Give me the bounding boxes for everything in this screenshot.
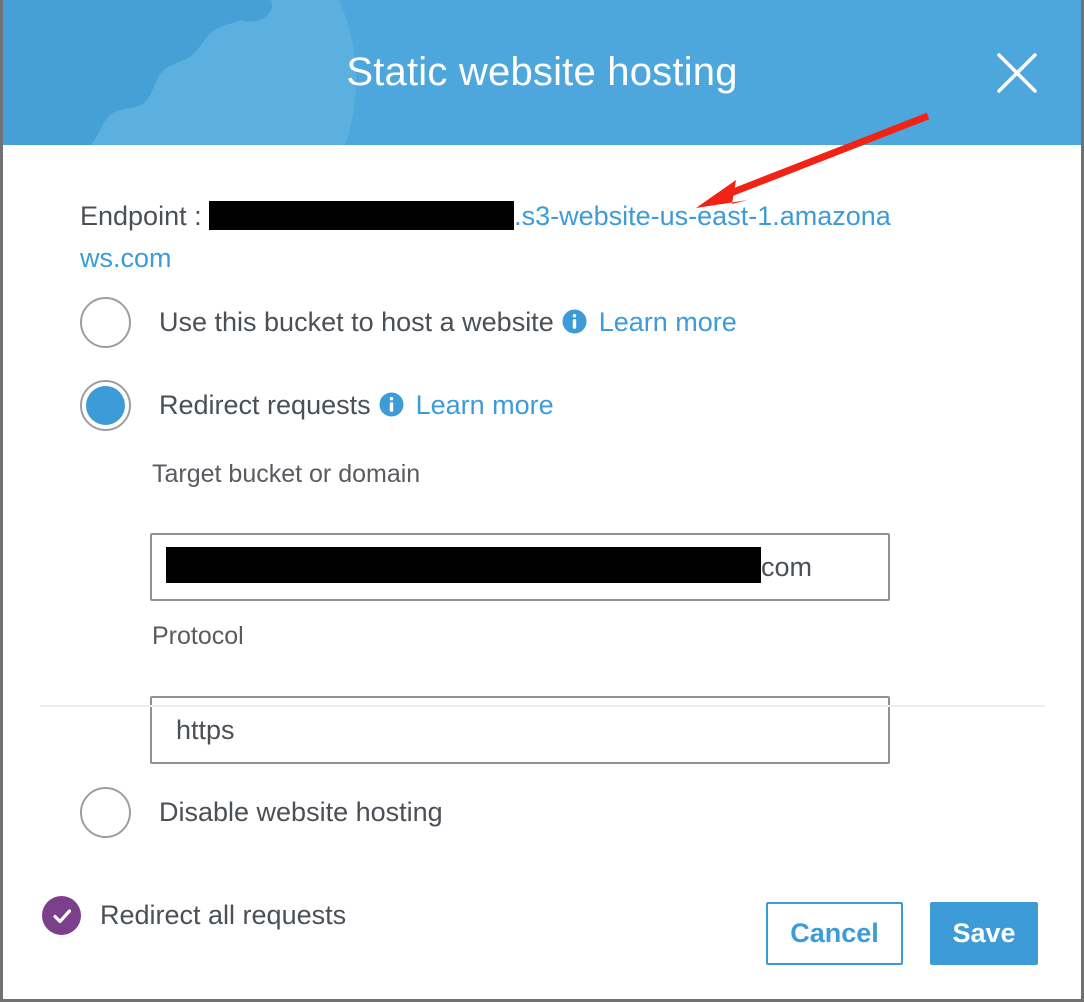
radio-redirect-requests[interactable] (80, 380, 131, 431)
radio-host-website[interactable] (80, 297, 131, 348)
info-icon-host-website[interactable] (562, 309, 587, 334)
endpoint-label: Endpoint : (80, 201, 202, 231)
endpoint-redaction-bar (209, 201, 515, 231)
footer-divider (40, 705, 1045, 707)
endpoint-row: Endpoint : .s3-website-us-east-1.amazona… (80, 195, 910, 279)
modal-header: Static website hosting (0, 0, 1084, 145)
option-host-website-label: Use this bucket to host a website Learn m… (159, 307, 737, 337)
save-button[interactable]: Save (930, 902, 1038, 965)
modal-title: Static website hosting (346, 50, 738, 94)
info-icon-redirect-requests[interactable] (379, 392, 404, 417)
protocol-value: https (176, 714, 235, 745)
redirect-all-requests-status: Redirect all requests (42, 896, 346, 935)
radio-disable-hosting[interactable] (80, 787, 131, 838)
close-icon[interactable] (994, 50, 1040, 96)
option-redirect-requests[interactable]: Redirect requests Learn more (80, 380, 554, 431)
option-disable-hosting[interactable]: Disable website hosting (80, 787, 443, 838)
option-redirect-requests-label: Redirect requests Learn more (159, 390, 554, 420)
static-website-hosting-modal: Static website hosting Endpoint : .s3-we… (0, 0, 1084, 1002)
protocol-label: Protocol (152, 622, 244, 650)
check-circle-icon (42, 896, 81, 935)
status-label: Redirect all requests (100, 900, 347, 930)
learn-more-redirect-requests[interactable]: Learn more (416, 390, 554, 420)
target-bucket-label: Target bucket or domain (152, 460, 421, 488)
option-disable-hosting-label: Disable website hosting (159, 797, 443, 827)
learn-more-host-website[interactable]: Learn more (599, 307, 737, 337)
target-bucket-redaction-bar (166, 547, 761, 583)
modal-body: Endpoint : .s3-website-us-east-1.amazona… (0, 145, 1084, 850)
target-bucket-input[interactable]: com (150, 533, 890, 601)
option-host-website[interactable]: Use this bucket to host a website Learn m… (80, 297, 737, 348)
modal-footer: Redirect all requests Cancel Save (0, 852, 1084, 1002)
target-bucket-value-tail: com (761, 551, 813, 582)
cancel-button[interactable]: Cancel (766, 902, 903, 965)
